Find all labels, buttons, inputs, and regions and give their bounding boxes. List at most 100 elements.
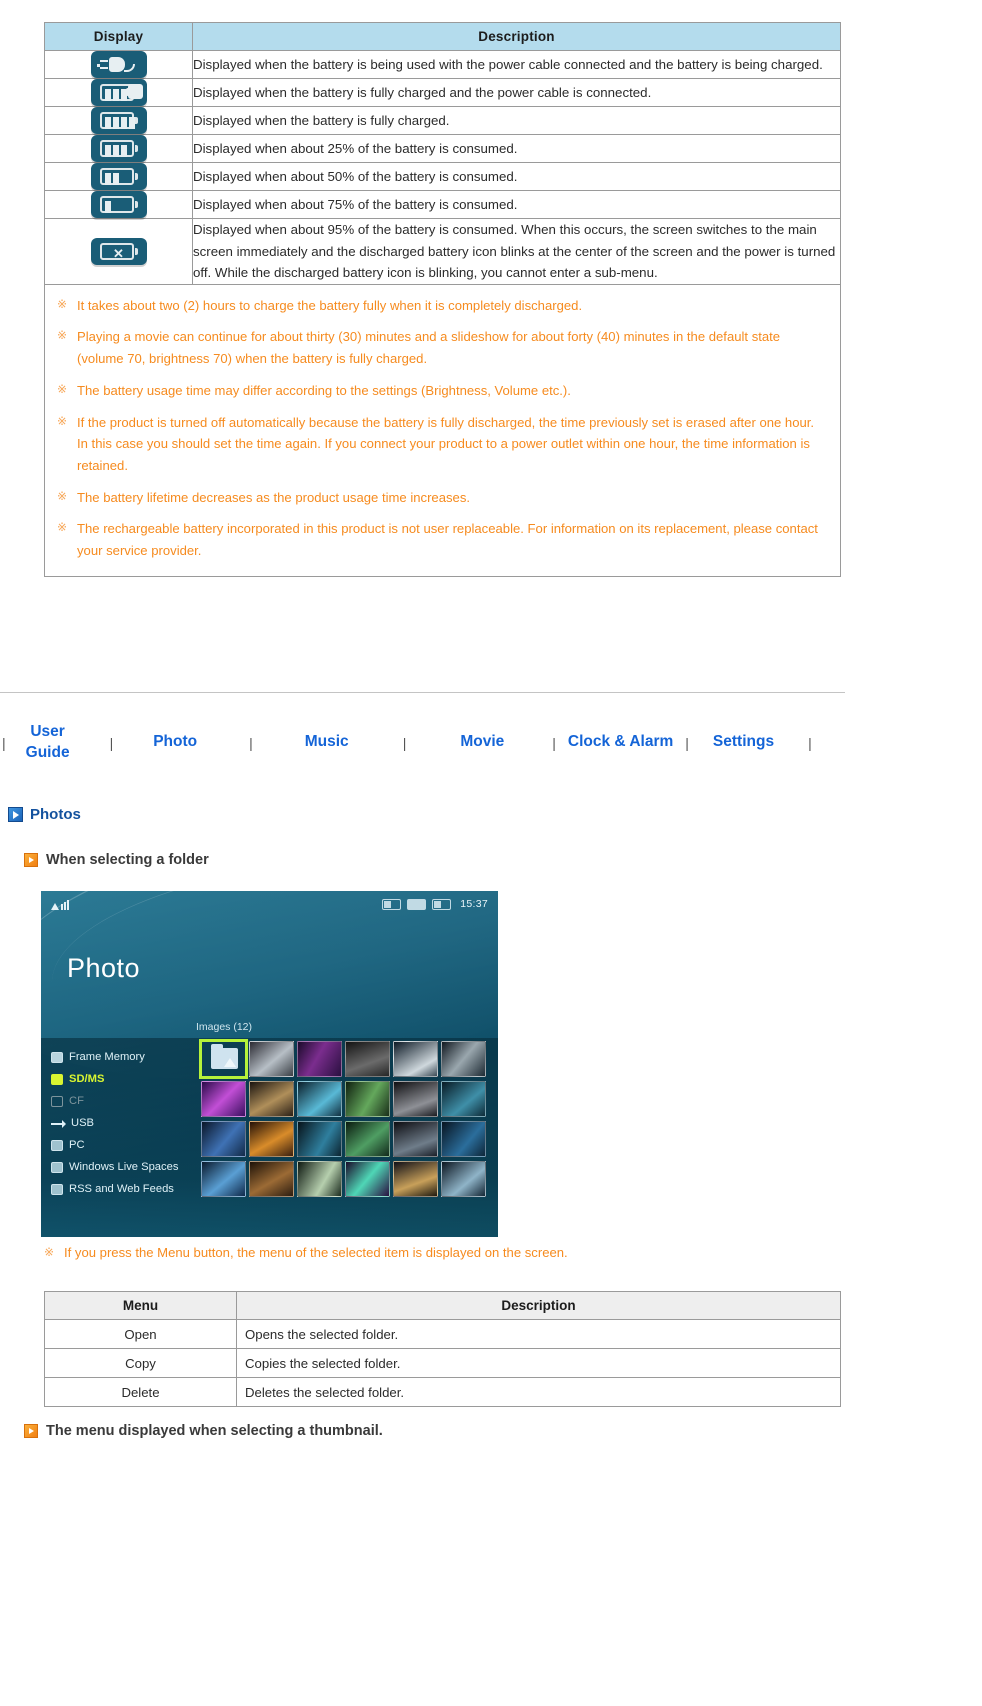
thumbnail-item[interactable] xyxy=(201,1121,246,1157)
thumbnail-item[interactable] xyxy=(201,1161,246,1197)
battery-display-table: Display Description Displayed when the b… xyxy=(44,22,841,285)
pc-icon xyxy=(51,1139,63,1151)
nav-item-user-guide[interactable]: User Guide xyxy=(26,722,70,764)
sidebar-item-pc[interactable]: PC xyxy=(51,1134,199,1156)
table-header-row: Menu Description xyxy=(44,1291,841,1320)
thumbnail-item[interactable] xyxy=(393,1041,438,1077)
display-cell xyxy=(44,162,193,191)
table-row: Displayed when the battery is fully char… xyxy=(44,106,841,135)
note-text: If you press the Menu button, the menu o… xyxy=(64,1245,568,1260)
menu-name-cell: Open xyxy=(44,1319,237,1349)
thumbnail-item[interactable] xyxy=(249,1081,294,1117)
thumbnail-item[interactable] xyxy=(345,1121,390,1157)
note-marker-icon: ※ xyxy=(57,413,68,428)
note-marker-icon: ※ xyxy=(57,381,68,396)
sidebar-item-label: PC xyxy=(69,1139,85,1151)
thumbnail-item[interactable] xyxy=(249,1121,294,1157)
description-cell: Displayed when about 50% of the battery … xyxy=(192,162,841,191)
sidebar-item-label: Frame Memory xyxy=(69,1051,145,1063)
thumbnail-item[interactable] xyxy=(297,1041,342,1077)
thumbnail-item[interactable] xyxy=(441,1121,486,1157)
battery-charging-plug-icon xyxy=(90,51,147,78)
menu-description-cell: Copies the selected folder. xyxy=(236,1348,841,1378)
thumbnail-item[interactable] xyxy=(201,1081,246,1117)
page-title: Photos xyxy=(8,806,81,823)
sidebar-item-windows-live-spaces[interactable]: Windows Live Spaces xyxy=(51,1156,199,1178)
sidebar-item-label: RSS and Web Feeds xyxy=(69,1183,174,1195)
thumbnail-item[interactable] xyxy=(345,1081,390,1117)
frame-memory-icon xyxy=(51,1051,63,1063)
battery-display-table-section: Display Description Displayed when the b… xyxy=(44,22,841,577)
sidebar-item-sd-ms[interactable]: SD/MS xyxy=(51,1068,199,1090)
nav-separator: | xyxy=(249,734,253,751)
thumbnail-folder-selected[interactable] xyxy=(199,1039,248,1079)
windows-live-spaces-icon xyxy=(51,1161,63,1173)
nav-separator: | xyxy=(2,734,6,751)
sidebar-item-frame-memory[interactable]: Frame Memory xyxy=(51,1046,199,1068)
note-marker-icon: ※ xyxy=(57,328,68,343)
thumbnail-item[interactable] xyxy=(441,1161,486,1197)
thumbnail-item[interactable] xyxy=(393,1121,438,1157)
description-cell: Displayed when about 95% of the battery … xyxy=(192,218,841,285)
sidebar-item-cf[interactable]: CF xyxy=(51,1090,199,1112)
display-cell xyxy=(44,190,193,219)
thumbnail-item[interactable] xyxy=(441,1081,486,1117)
menu-name-cell: Copy xyxy=(44,1348,237,1378)
thumbnail-item[interactable] xyxy=(345,1161,390,1197)
nav-separator: | xyxy=(808,734,812,751)
battery-full-icon xyxy=(90,107,147,134)
orange-arrow-icon xyxy=(24,853,38,867)
battery-status-icon xyxy=(432,898,452,910)
nav-separator: | xyxy=(552,734,556,751)
usb-icon xyxy=(51,1118,66,1129)
nav-item-settings[interactable]: Settings xyxy=(713,732,774,753)
table-row: Displayed when about 50% of the battery … xyxy=(44,162,841,191)
nav-item-photo[interactable]: Photo xyxy=(153,732,197,753)
note-text: The battery usage time may differ accord… xyxy=(77,382,571,398)
device-note: ※ If you press the Menu button, the menu… xyxy=(44,1243,568,1264)
memory-card-status-icon xyxy=(407,898,427,910)
nav-item-music[interactable]: Music xyxy=(305,732,349,753)
menu-description-cell: Opens the selected folder. xyxy=(236,1319,841,1349)
description-cell: Displayed when the battery is fully char… xyxy=(192,78,841,107)
sidebar-item-rss-web-feeds[interactable]: RSS and Web Feeds xyxy=(51,1178,199,1200)
display-cell xyxy=(44,78,193,107)
subheading-label: When selecting a folder xyxy=(46,852,209,868)
note-marker-icon: ※ xyxy=(57,488,68,503)
note-item: ※ The battery usage time may differ acco… xyxy=(57,380,826,402)
table-row: Displayed when the battery is being used… xyxy=(44,50,841,79)
thumbnail-item[interactable] xyxy=(297,1161,342,1197)
nav-item-movie[interactable]: Movie xyxy=(460,732,504,753)
thumbnail-item[interactable] xyxy=(297,1081,342,1117)
cf-icon xyxy=(51,1095,63,1107)
thumbnail-item[interactable] xyxy=(441,1041,486,1077)
battery-full-plug-icon xyxy=(90,79,147,106)
thumbnail-item[interactable] xyxy=(345,1041,390,1077)
battery-three-quarter-icon xyxy=(90,135,147,162)
subheading-when-selecting-folder: When selecting a folder xyxy=(24,852,209,868)
thumbnail-item[interactable] xyxy=(393,1161,438,1197)
subheading-thumbnail-menu: The menu displayed when selecting a thum… xyxy=(24,1423,383,1439)
sidebar-item-usb[interactable]: USB xyxy=(51,1112,199,1134)
thumbnail-item[interactable] xyxy=(249,1161,294,1197)
main-navigation: | User Guide | Photo | Music | Movie | C… xyxy=(0,722,982,764)
nav-separator: | xyxy=(109,734,114,751)
column-header-menu: Menu xyxy=(44,1291,237,1320)
note-item: ※ Playing a movie can continue for about… xyxy=(57,326,826,369)
battery-half-icon xyxy=(90,163,147,190)
section-divider xyxy=(0,692,845,693)
thumbnail-item[interactable] xyxy=(249,1041,294,1077)
image-count-label: Images (12) xyxy=(196,1021,253,1033)
table-row: Displayed when about 75% of the battery … xyxy=(44,190,841,219)
device-status-bar: 15:37 xyxy=(41,891,498,917)
battery-notes-block: ※ It takes about two (2) hours to charge… xyxy=(44,284,841,577)
note-item: ※ If the product is turned off automatic… xyxy=(57,412,826,477)
sidebar-item-label: USB xyxy=(71,1117,95,1129)
page-title-label: Photos xyxy=(30,806,81,823)
folder-icon xyxy=(211,1044,238,1069)
blue-arrow-icon xyxy=(8,807,23,822)
thumbnail-item[interactable] xyxy=(393,1081,438,1117)
nav-item-clock-alarm[interactable]: Clock & Alarm xyxy=(568,732,673,753)
table-row: Displayed when about 25% of the battery … xyxy=(44,134,841,163)
thumbnail-item[interactable] xyxy=(297,1121,342,1157)
